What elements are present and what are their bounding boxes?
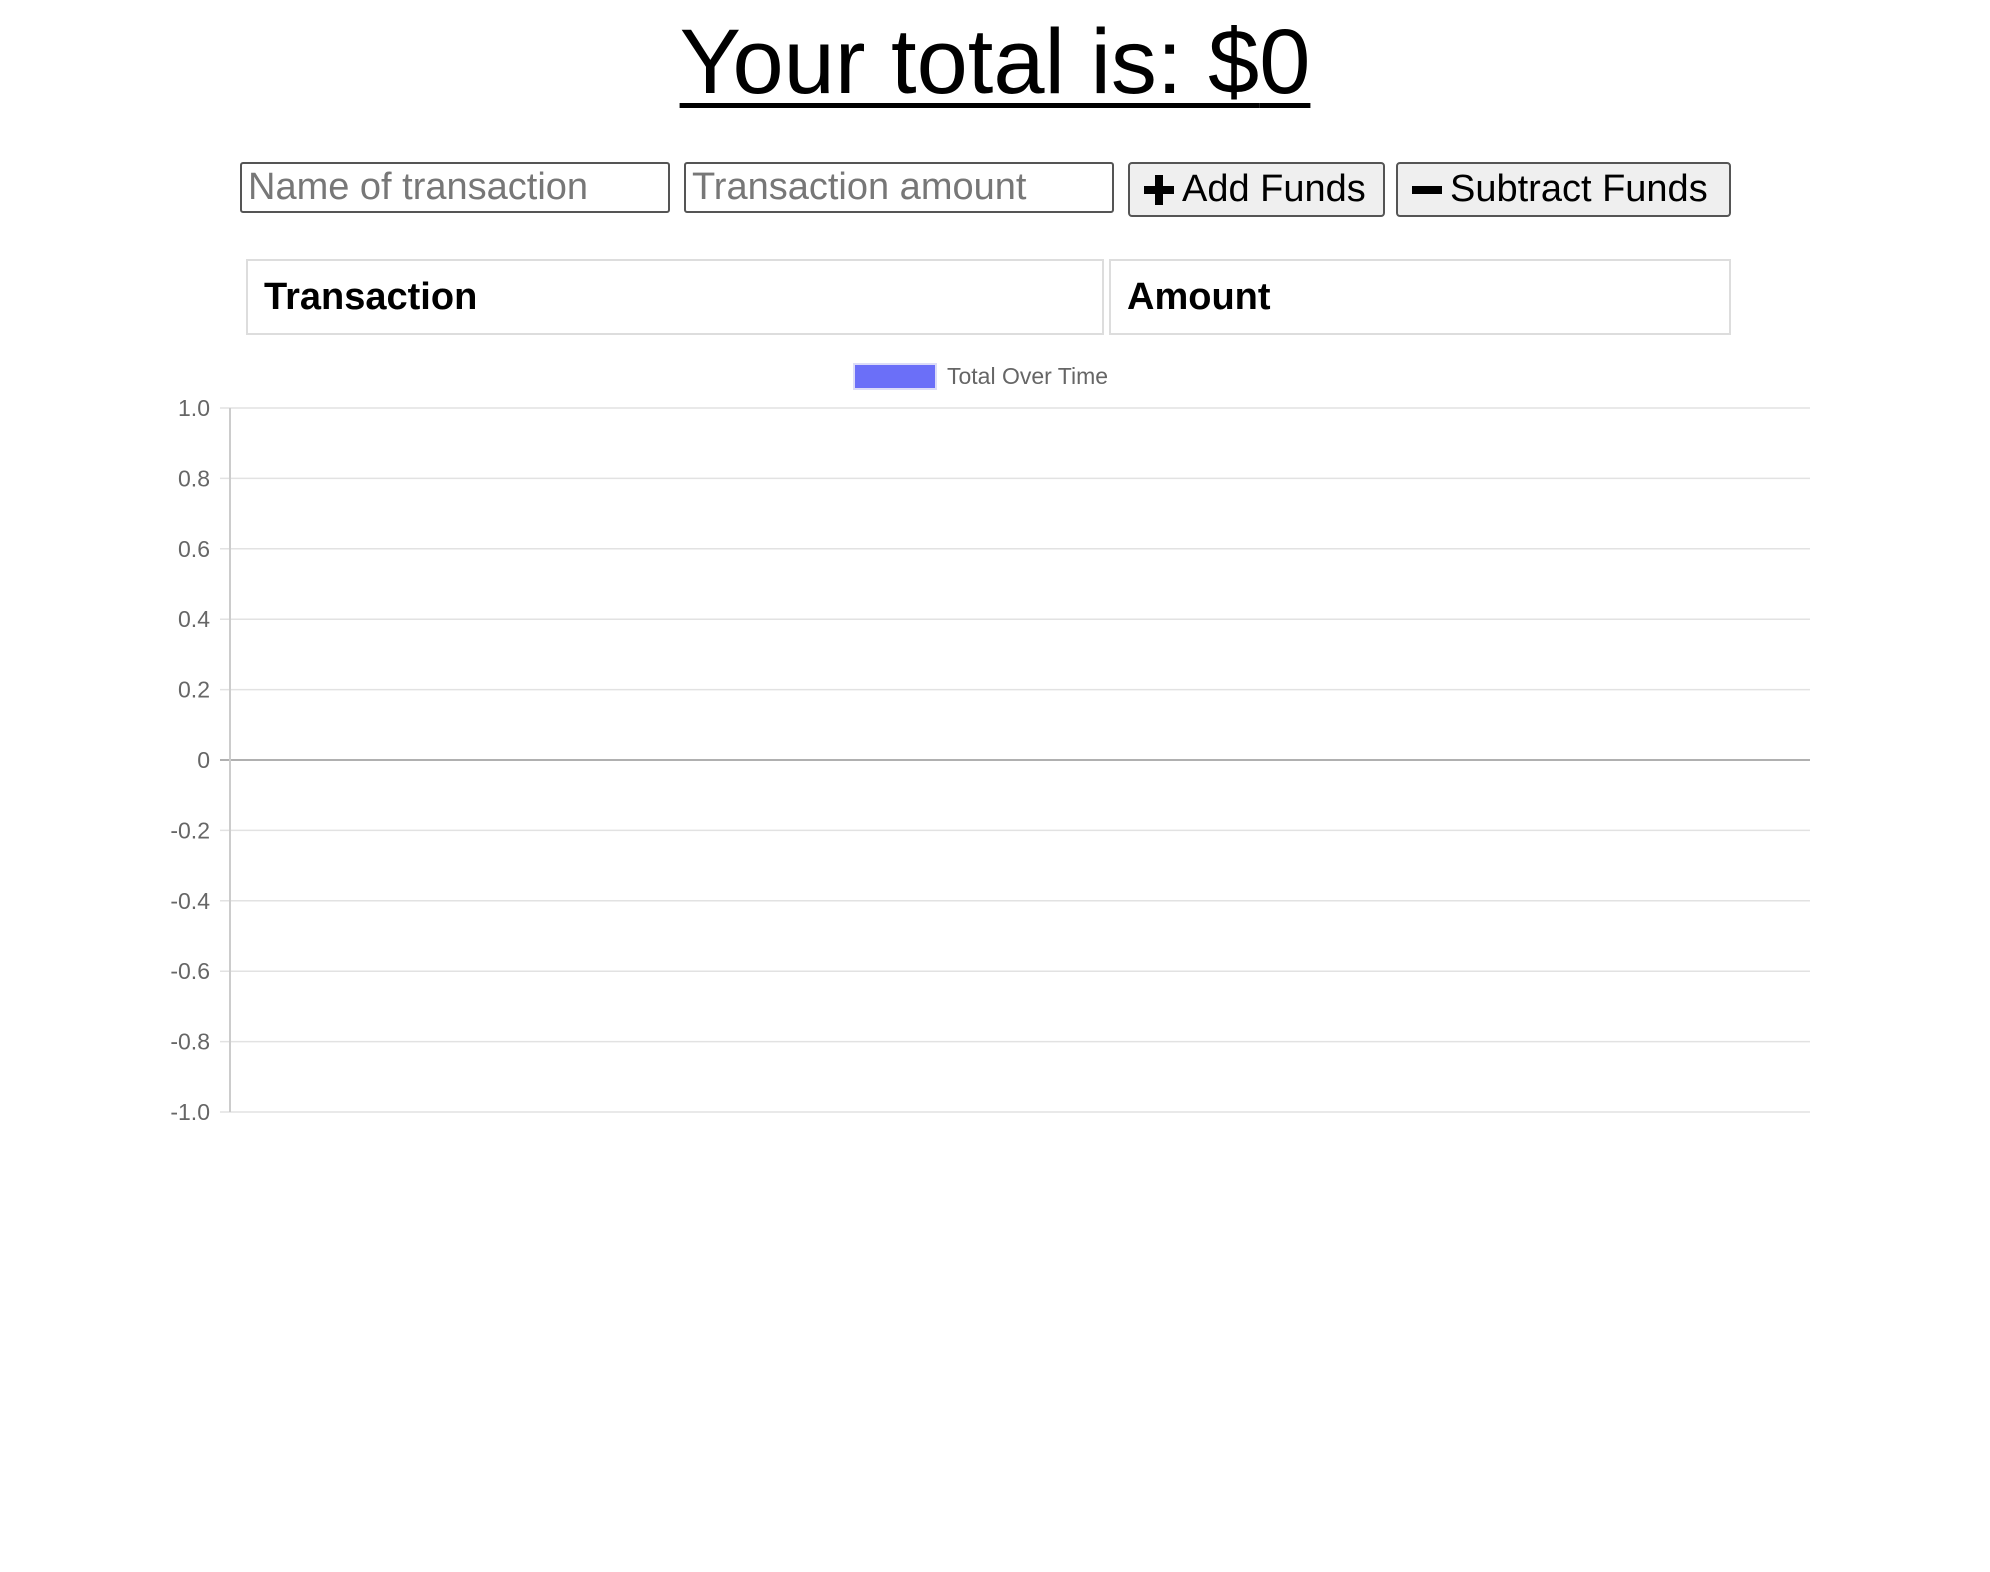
y-tick-label: -0.6 [170, 958, 210, 984]
y-tick-label: 1.0 [178, 395, 210, 421]
chart-grid [220, 407, 1810, 1113]
legend-swatch [853, 363, 937, 390]
y-tick-label: 0.2 [178, 677, 210, 703]
total-over-time-chart: 1.0 0.8 0.6 0.4 0.2 0 -0.2 -0.4 -0.6 -0.8 -1.0 Tot… [170, 363, 1810, 1125]
legend-label: Total Over Time [947, 363, 1108, 389]
y-tick-label: -0.2 [170, 817, 210, 843]
y-axis-ticks: 1.0 0.8 0.6 0.4 0.2 0 -0.2 -0.4 -0.6 -0.8 -1.0 [170, 395, 210, 1125]
y-tick-label: -0.4 [170, 888, 210, 914]
y-tick-label: 0.8 [178, 465, 210, 491]
y-tick-label: 0.4 [178, 606, 210, 632]
chart-legend: Total Over Time [853, 363, 1108, 390]
y-tick-label: 0.6 [178, 536, 210, 562]
y-tick-label: -1.0 [170, 1099, 210, 1125]
y-tick-label: -0.8 [170, 1029, 210, 1055]
y-tick-label: 0 [197, 747, 210, 773]
